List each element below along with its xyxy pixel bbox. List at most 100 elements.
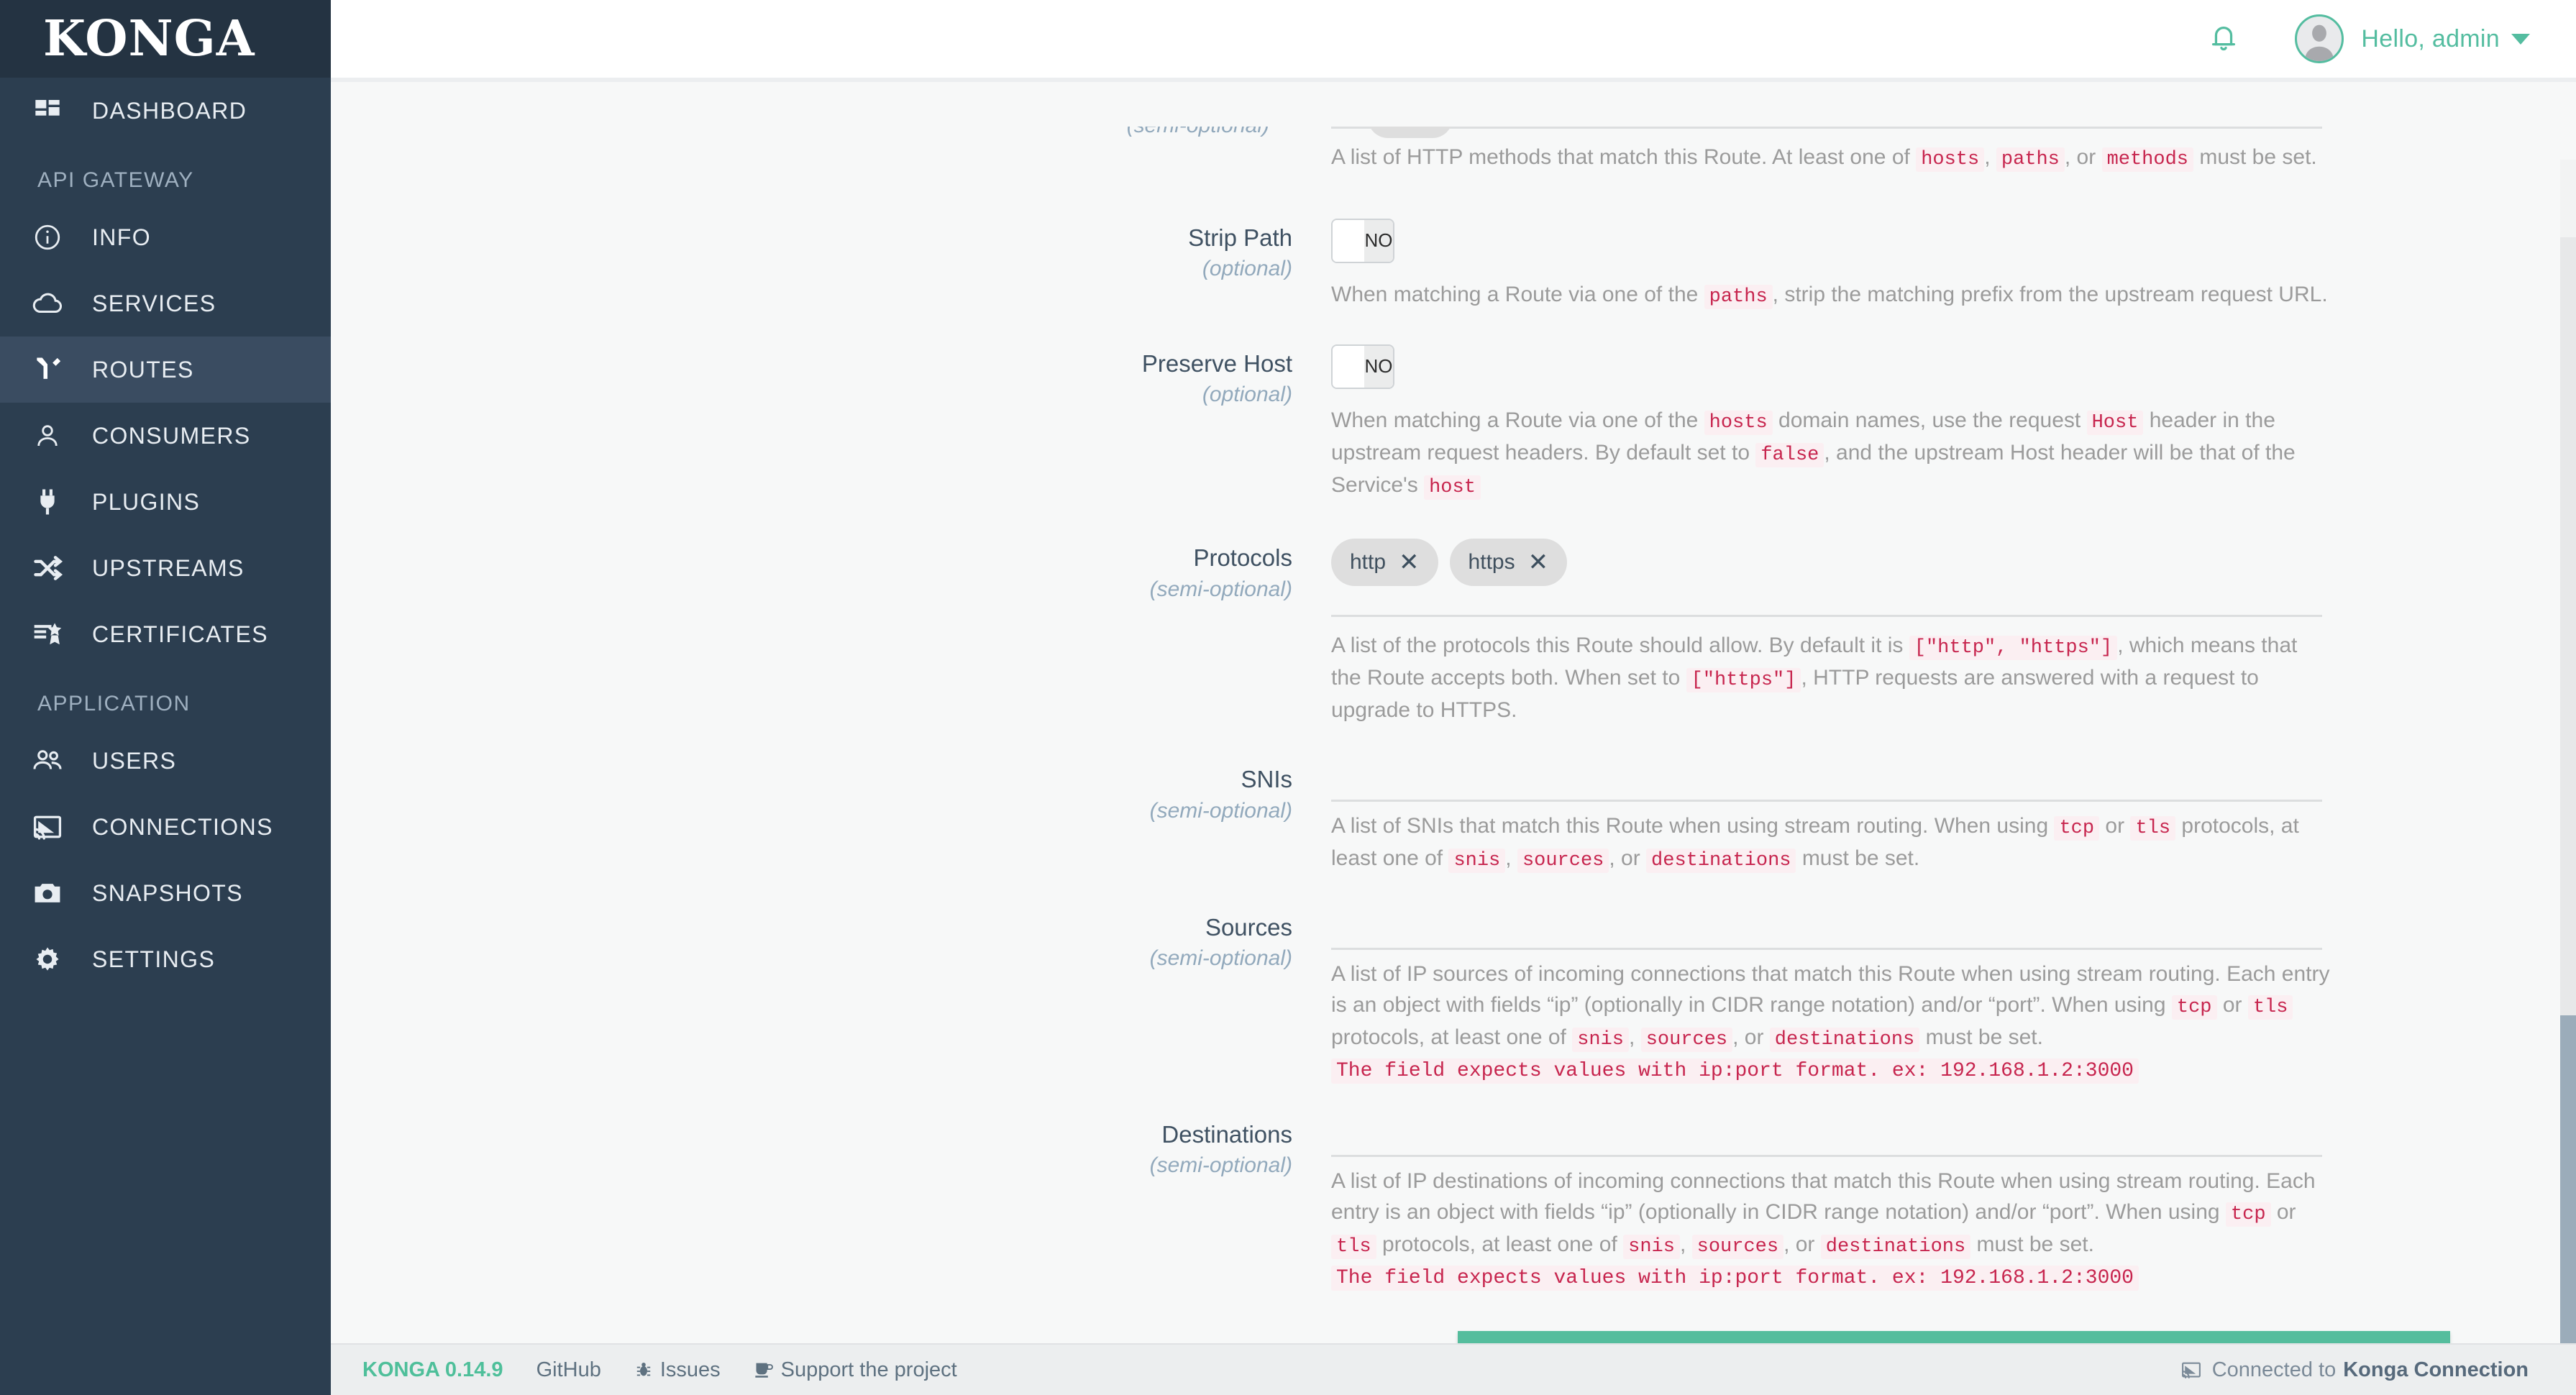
avatar-icon: [2295, 14, 2344, 63]
code-destinations: destinations: [1820, 1235, 1971, 1260]
tag-label: https: [1468, 550, 1515, 575]
sidebar-item-consumers[interactable]: CONSUMERS: [0, 403, 331, 469]
sidebar-item-info[interactable]: INFO: [0, 204, 331, 270]
footer-connection-status: Connected to Konga Connection: [2180, 1358, 2529, 1382]
routes-icon: [22, 354, 73, 385]
protocols-field-divider: [1331, 615, 2322, 618]
submit-changes-button[interactable]: ✓ SUBMIT CHANGES: [1457, 1330, 2450, 1343]
footer-version[interactable]: KONGA 0.14.9: [362, 1358, 503, 1382]
gear-icon: [22, 943, 73, 975]
code-http-https-array: ["http", "https"]: [1909, 636, 2118, 661]
footer-issues-label: Issues: [659, 1358, 721, 1381]
sidebar-item-routes[interactable]: ROUTES: [0, 337, 331, 403]
code-tls: tls: [2247, 995, 2293, 1020]
protocols-row: Protocols (semi-optional) http ✕ https ✕…: [331, 539, 2576, 726]
sidebar-item-services[interactable]: SERVICES: [0, 270, 331, 337]
sources-row: Sources (semi-optional) A list of IP sou…: [331, 908, 2576, 1084]
tag-label: http: [1350, 550, 1387, 575]
sidebar-item-certificates[interactable]: CERTIFICATES: [0, 601, 331, 667]
preserve-host-label: Preserve Host: [1141, 349, 1292, 377]
sidebar-item-upstreams[interactable]: UPSTREAMS: [0, 535, 331, 601]
brand-logo-text: KONGA: [43, 10, 255, 68]
sidebar-item-label: CONSUMERS: [92, 422, 251, 449]
sidebar-item-label: SNAPSHOTS: [92, 879, 243, 906]
sources-description: A list of IP sources of incoming connect…: [1331, 962, 2330, 1053]
sidebar-item-label: DASHBOARD: [92, 97, 247, 124]
snis-input[interactable]: [1331, 760, 2322, 802]
sidebar-item-label: SERVICES: [92, 290, 216, 316]
top-header: Hello, admin: [331, 0, 2576, 78]
destinations-format-note: The field expects values with ip:port fo…: [1331, 1265, 2139, 1291]
strip-path-toggle[interactable]: NO: [1331, 218, 1394, 263]
footer-bar: KONGA 0.14.9 GitHub Issues Support the p…: [331, 1343, 2576, 1395]
code-destinations: destinations: [1646, 849, 1796, 874]
destinations-input[interactable]: [1331, 1115, 2322, 1157]
code-https-array: ["https"]: [1686, 668, 1801, 693]
methods-tag-clipped: [1368, 127, 1453, 138]
sidebar-item-users[interactable]: USERS: [0, 728, 331, 794]
footer-links: KONGA 0.14.9 GitHub Issues Support the p…: [362, 1358, 957, 1382]
close-icon[interactable]: ✕: [1528, 550, 1549, 575]
code-tcp: tcp: [2054, 816, 2100, 841]
certificate-icon: [22, 618, 73, 650]
brand-logo[interactable]: KONGA: [0, 0, 331, 78]
code-false: false: [1755, 442, 1824, 467]
preserve-host-row: Preserve Host (optional) NO When matchin…: [331, 344, 2576, 502]
code-sources: sources: [1640, 1028, 1733, 1053]
bell-icon[interactable]: [2207, 21, 2240, 58]
cloud-icon: [22, 287, 73, 320]
sources-format-note: The field expects values with ip:port fo…: [1331, 1058, 2139, 1084]
code-snis: snis: [1623, 1235, 1680, 1260]
user-menu[interactable]: Hello, admin: [2295, 14, 2530, 63]
protocols-tag-list: http ✕ https ✕: [1331, 539, 2533, 587]
connection-status-prefix: Connected to: [2211, 1358, 2337, 1381]
sidebar-item-dashboard[interactable]: DASHBOARD: [0, 78, 331, 144]
scrollbar-track[interactable]: [2560, 160, 2576, 1343]
code-snis: snis: [1572, 1028, 1630, 1053]
strip-path-label: Strip Path: [1188, 224, 1292, 251]
code-host: host: [1424, 475, 1481, 500]
sidebar-item-snapshots[interactable]: SNAPSHOTS: [0, 860, 331, 926]
sidebar-item-plugins[interactable]: PLUGINS: [0, 469, 331, 535]
code-paths: paths: [1704, 284, 1773, 309]
footer-issues-link[interactable]: Issues: [634, 1358, 721, 1382]
close-icon[interactable]: ✕: [1399, 550, 1420, 575]
scrollbar-track-upper: [2560, 237, 2576, 1015]
protocol-tag-http[interactable]: http ✕: [1331, 539, 1438, 587]
code-sources: sources: [1517, 849, 1609, 874]
sidebar-item-label: UPSTREAMS: [92, 554, 245, 581]
footer-github-link[interactable]: GitHub: [536, 1358, 601, 1382]
sidebar-item-label: CONNECTIONS: [92, 813, 273, 840]
snis-label: SNIs: [1241, 766, 1292, 793]
toggle-knob: [1333, 219, 1364, 262]
destinations-optional-label: (semi-optional): [1149, 1153, 1292, 1178]
sidebar-item-settings[interactable]: SETTINGS: [0, 926, 331, 992]
protocol-tag-https[interactable]: https ✕: [1449, 539, 1568, 587]
sidebar-item-label: PLUGINS: [92, 488, 201, 515]
destinations-row: Destinations (semi-optional) A list of I…: [331, 1115, 2576, 1291]
connection-status-name: Konga Connection: [2343, 1358, 2529, 1381]
protocols-description: A list of the protocols this Route shoul…: [1331, 634, 2298, 723]
sources-input[interactable]: [1331, 908, 2322, 951]
scrollbar-thumb[interactable]: [2560, 1015, 2576, 1343]
code-sources: sources: [1691, 1235, 1784, 1260]
preserve-host-toggle[interactable]: NO: [1331, 344, 1394, 389]
code-tcp: tcp: [2225, 1202, 2271, 1227]
strip-path-optional-label: (optional): [1202, 257, 1292, 281]
toggle-knob: [1333, 345, 1364, 388]
strip-path-row: Strip Path (optional) NO When matching a…: [331, 218, 2576, 311]
code-destinations: destinations: [1769, 1028, 1920, 1053]
strip-path-description: When matching a Route via one of the pat…: [1331, 282, 2328, 309]
camera-icon: [22, 877, 73, 909]
sidebar: KONGA DASHBOARD API GATEWAY INFO SERVICE…: [0, 0, 331, 1395]
dashboard-icon: [22, 96, 73, 125]
sources-optional-label: (semi-optional): [1149, 946, 1292, 971]
submit-row: ✓ SUBMIT CHANGES: [331, 1330, 2576, 1343]
sidebar-item-label: SETTINGS: [92, 946, 216, 972]
sidebar-item-label: ROUTES: [92, 356, 194, 383]
sidebar-item-connections[interactable]: CONNECTIONS: [0, 794, 331, 860]
protocols-label: Protocols: [1193, 544, 1292, 572]
code-hosts: hosts: [1704, 410, 1773, 435]
footer-support-link[interactable]: Support the project: [754, 1358, 957, 1382]
strip-path-toggle-value: NO: [1364, 219, 1393, 262]
